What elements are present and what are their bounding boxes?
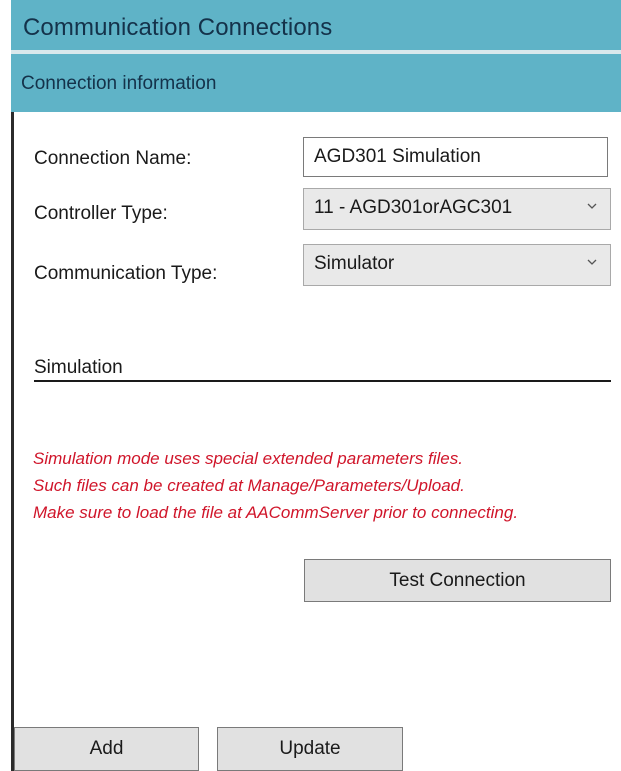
simulation-header: Simulation: [34, 357, 123, 378]
simulation-notice-line: Such files can be created at Manage/Para…: [33, 476, 465, 495]
controller-type-value: 11 - AGD301orAGC301: [314, 197, 513, 218]
section-title: Connection information: [21, 73, 217, 94]
connection-form-panel: Connection Name: Controller Type: 11 - A…: [11, 112, 621, 771]
chevron-down-icon: [587, 259, 597, 265]
simulation-notice-line: Simulation mode uses special extended pa…: [33, 449, 463, 468]
section-header: Connection information: [11, 54, 621, 112]
add-button[interactable]: Add: [14, 727, 199, 771]
test-connection-button[interactable]: Test Connection: [304, 559, 611, 602]
communication-type-value: Simulator: [314, 253, 395, 274]
update-button[interactable]: Update: [217, 727, 403, 771]
communication-type-select[interactable]: Simulator: [303, 244, 611, 286]
communication-type-label: Communication Type:: [34, 263, 218, 284]
simulation-divider: [34, 380, 611, 382]
connection-name-input[interactable]: [303, 137, 608, 177]
simulation-notice-line: Make sure to load the file at AACommServ…: [33, 503, 519, 522]
connection-name-label: Connection Name:: [34, 148, 192, 169]
title-bar: Communication Connections: [11, 0, 621, 50]
communication-connections-window: Communication Connections Connection inf…: [0, 0, 621, 771]
chevron-down-icon: [587, 203, 597, 209]
window-title: Communication Connections: [23, 14, 333, 41]
controller-type-select[interactable]: 11 - AGD301orAGC301: [303, 188, 611, 230]
controller-type-label: Controller Type:: [34, 203, 168, 224]
